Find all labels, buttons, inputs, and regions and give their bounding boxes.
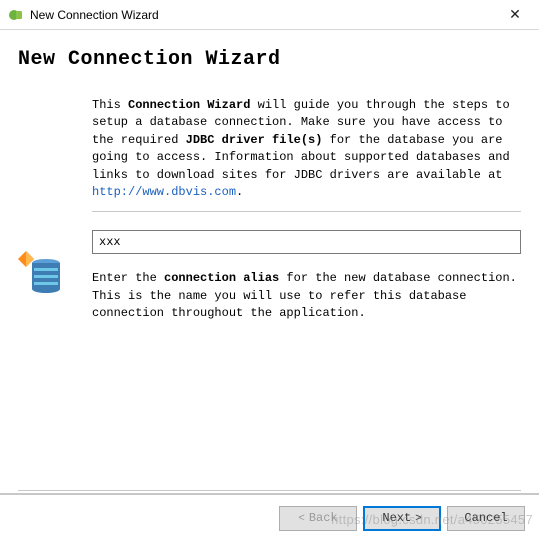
footer: < Back Next > Cancel <box>0 493 539 541</box>
intro-text: This Connection Wizard will guide you th… <box>92 97 521 201</box>
next-label: Next <box>382 511 411 525</box>
intro-part: This <box>92 98 128 112</box>
text-column: This Connection Wizard will guide you th… <box>92 97 521 323</box>
footer-divider <box>18 490 521 491</box>
close-icon[interactable]: ✕ <box>495 1 535 29</box>
content-area: New Connection Wizard This Connection Wi… <box>0 30 539 323</box>
back-label: Back <box>309 511 338 525</box>
divider <box>92 211 521 212</box>
database-icon <box>18 249 66 297</box>
page-title: New Connection Wizard <box>18 48 521 71</box>
cancel-label: Cancel <box>464 511 507 525</box>
app-icon <box>8 7 24 23</box>
window-title: New Connection Wizard <box>30 8 495 22</box>
connection-alias-input[interactable] <box>92 230 521 254</box>
help-part: Enter the <box>92 271 164 285</box>
next-button[interactable]: Next > <box>363 506 441 531</box>
icon-column <box>18 97 78 323</box>
help-text: Enter the connection alias for the new d… <box>92 270 521 322</box>
body-area: This Connection Wizard will guide you th… <box>18 97 521 323</box>
chevron-right-icon: > <box>415 512 421 524</box>
back-button: < Back <box>279 506 357 531</box>
intro-bold: Connection Wizard <box>128 98 250 112</box>
intro-bold: JDBC driver file(s) <box>186 133 323 147</box>
chevron-left-icon: < <box>298 512 304 524</box>
dbvis-link[interactable]: http://www.dbvis.com <box>92 185 236 199</box>
help-bold: connection alias <box>164 271 279 285</box>
titlebar: New Connection Wizard ✕ <box>0 0 539 30</box>
intro-part: . <box>236 185 243 199</box>
cancel-button[interactable]: Cancel <box>447 506 525 531</box>
